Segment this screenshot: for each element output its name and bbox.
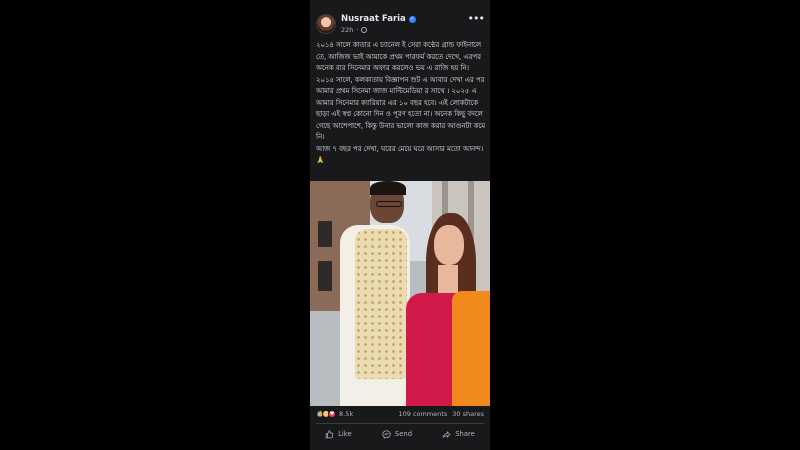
like-button[interactable]: Like xyxy=(325,429,352,439)
engagement-counts: 109 comments 30 shares xyxy=(399,410,485,418)
post-paragraph: আজ ৭ বছর পর দেখা, ঘরের মেয়ে ঘরে আসার মত… xyxy=(316,144,484,165)
photo-vest xyxy=(355,229,407,379)
share-arrow-icon xyxy=(442,430,451,438)
shares-count[interactable]: 30 shares xyxy=(452,410,484,418)
globe-icon xyxy=(361,27,368,33)
post-header: Nusraat Faria ✓ 22h · ••• xyxy=(310,10,490,38)
like-label: Like xyxy=(338,430,352,438)
comments-count[interactable]: 109 comments xyxy=(399,410,448,418)
author-row: Nusraat Faria ✓ xyxy=(341,14,416,24)
share-label: Share xyxy=(455,430,475,438)
post-card: Nusraat Faria ✓ 22h · ••• ২০১৪ সালে কাতা… xyxy=(310,0,490,450)
post-photo[interactable] xyxy=(310,181,490,406)
photo-hair xyxy=(370,181,406,195)
share-button[interactable]: Share xyxy=(442,430,475,439)
photo-dupatta xyxy=(452,291,490,406)
send-button[interactable]: Send xyxy=(382,429,413,439)
author-name[interactable]: Nusraat Faria xyxy=(341,14,406,24)
verified-badge-icon: ✓ xyxy=(408,15,416,23)
messenger-icon xyxy=(382,429,391,439)
author-avatar[interactable] xyxy=(316,14,336,34)
post-paragraph: ২০১৪ সালে কাতার এ চ্যানেল ই সেরা কণ্ঠের … xyxy=(316,41,486,141)
love-reaction-icon: ♥ xyxy=(328,410,336,418)
post-time[interactable]: 22h xyxy=(341,26,353,34)
photo-glasses xyxy=(376,201,402,207)
thumbs-up-icon xyxy=(325,429,334,438)
action-bar: Like Send Share xyxy=(310,425,490,443)
post-stats: 👍 ☺ ♥ 8.5k 109 comments 30 shares xyxy=(316,409,486,421)
more-horizontal-icon[interactable]: ••• xyxy=(468,12,485,25)
reactions-summary[interactable]: 👍 ☺ ♥ 8.5k xyxy=(316,410,353,418)
photo-face xyxy=(434,225,464,265)
reaction-count: 8.5k xyxy=(339,410,354,418)
send-label: Send xyxy=(394,430,413,438)
post-text: ২০১৪ সালে কাতার এ চ্যানেল ই সেরা কণ্ঠের … xyxy=(316,40,486,167)
post-meta: 22h · xyxy=(341,26,368,34)
photo-neck xyxy=(438,265,458,295)
divider xyxy=(316,423,484,424)
